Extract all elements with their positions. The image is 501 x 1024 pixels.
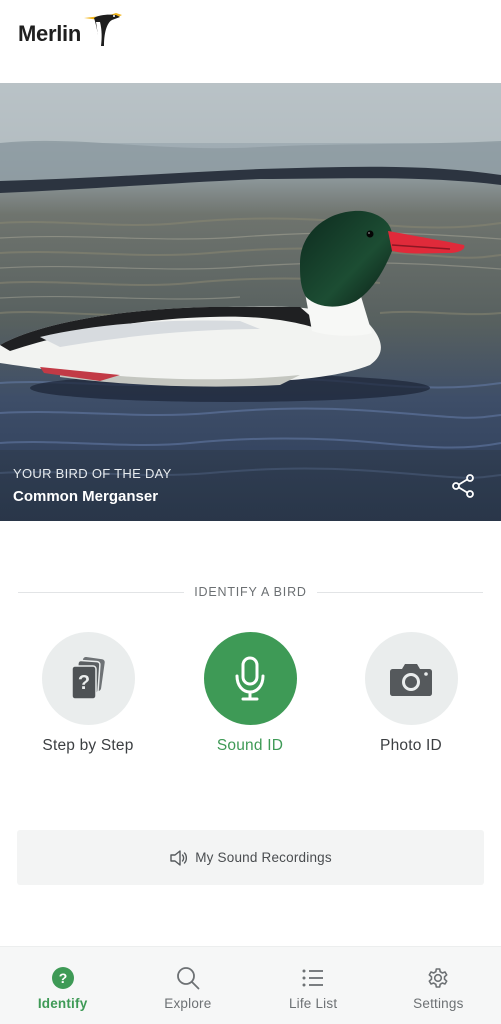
logo-wordmark: Merlin <box>18 21 81 46</box>
svg-text:?: ? <box>78 672 90 694</box>
step-by-step-button[interactable]: ? Step by Step <box>18 632 158 755</box>
merlin-bird-logo-icon <box>84 13 122 46</box>
nav-identify[interactable]: ? Identify <box>0 947 125 1024</box>
photo-id-circle <box>364 632 458 725</box>
search-icon <box>176 967 200 990</box>
gear-icon <box>428 968 448 988</box>
divider-line <box>18 591 185 593</box>
photo-id-label: Photo ID <box>380 737 442 754</box>
camera-icon <box>390 663 432 696</box>
bird-of-day-eyebrow: YOUR BIRD OF THE DAY <box>13 466 172 481</box>
merlin-logo: Merlin <box>18 13 126 50</box>
bird-of-day-card[interactable]: YOUR BIRD OF THE DAY Common Merganser <box>0 83 501 521</box>
nav-explore-label: Explore <box>164 996 212 1011</box>
identify-section-label: IDENTIFY A BIRD <box>194 585 307 599</box>
identify-section-header: IDENTIFY A BIRD <box>18 584 483 600</box>
bird-of-day-caption: YOUR BIRD OF THE DAY Common Merganser <box>0 450 501 521</box>
share-icon[interactable] <box>450 473 476 499</box>
step-by-step-label: Step by Step <box>42 737 134 754</box>
microphone-icon <box>235 656 265 700</box>
nav-life-list[interactable]: Life List <box>251 947 376 1024</box>
photo-id-button[interactable]: Photo ID <box>341 632 481 755</box>
speaker-icon <box>170 849 188 866</box>
my-sound-recordings-button[interactable]: My Sound Recordings <box>17 830 484 885</box>
nav-explore[interactable]: Explore <box>125 947 250 1024</box>
nav-settings-label: Settings <box>413 996 464 1011</box>
svg-text:?: ? <box>58 970 67 986</box>
divider-line <box>316 591 483 593</box>
nav-identify-label: Identify <box>37 996 88 1011</box>
question-circle-icon: ? <box>51 967 74 989</box>
app-header: Merlin <box>0 0 501 83</box>
nav-settings[interactable]: Settings <box>376 947 501 1024</box>
sound-id-circle <box>203 632 297 725</box>
bird-of-day-name: Common Merganser <box>13 488 159 505</box>
step-by-step-circle: ? <box>41 632 135 725</box>
nav-life-list-label: Life List <box>288 996 338 1011</box>
sound-id-label: Sound ID <box>216 737 284 754</box>
list-icon <box>302 969 324 987</box>
sound-id-button[interactable]: Sound ID <box>180 632 320 755</box>
cards-question-icon: ? <box>71 656 105 700</box>
my-sound-recordings-label: My Sound Recordings <box>195 850 332 865</box>
bottom-navigation: ? Identify Explore Life List Settings <box>0 946 501 1024</box>
identify-options: ? Step by Step Sound ID Photo ID <box>0 632 501 762</box>
